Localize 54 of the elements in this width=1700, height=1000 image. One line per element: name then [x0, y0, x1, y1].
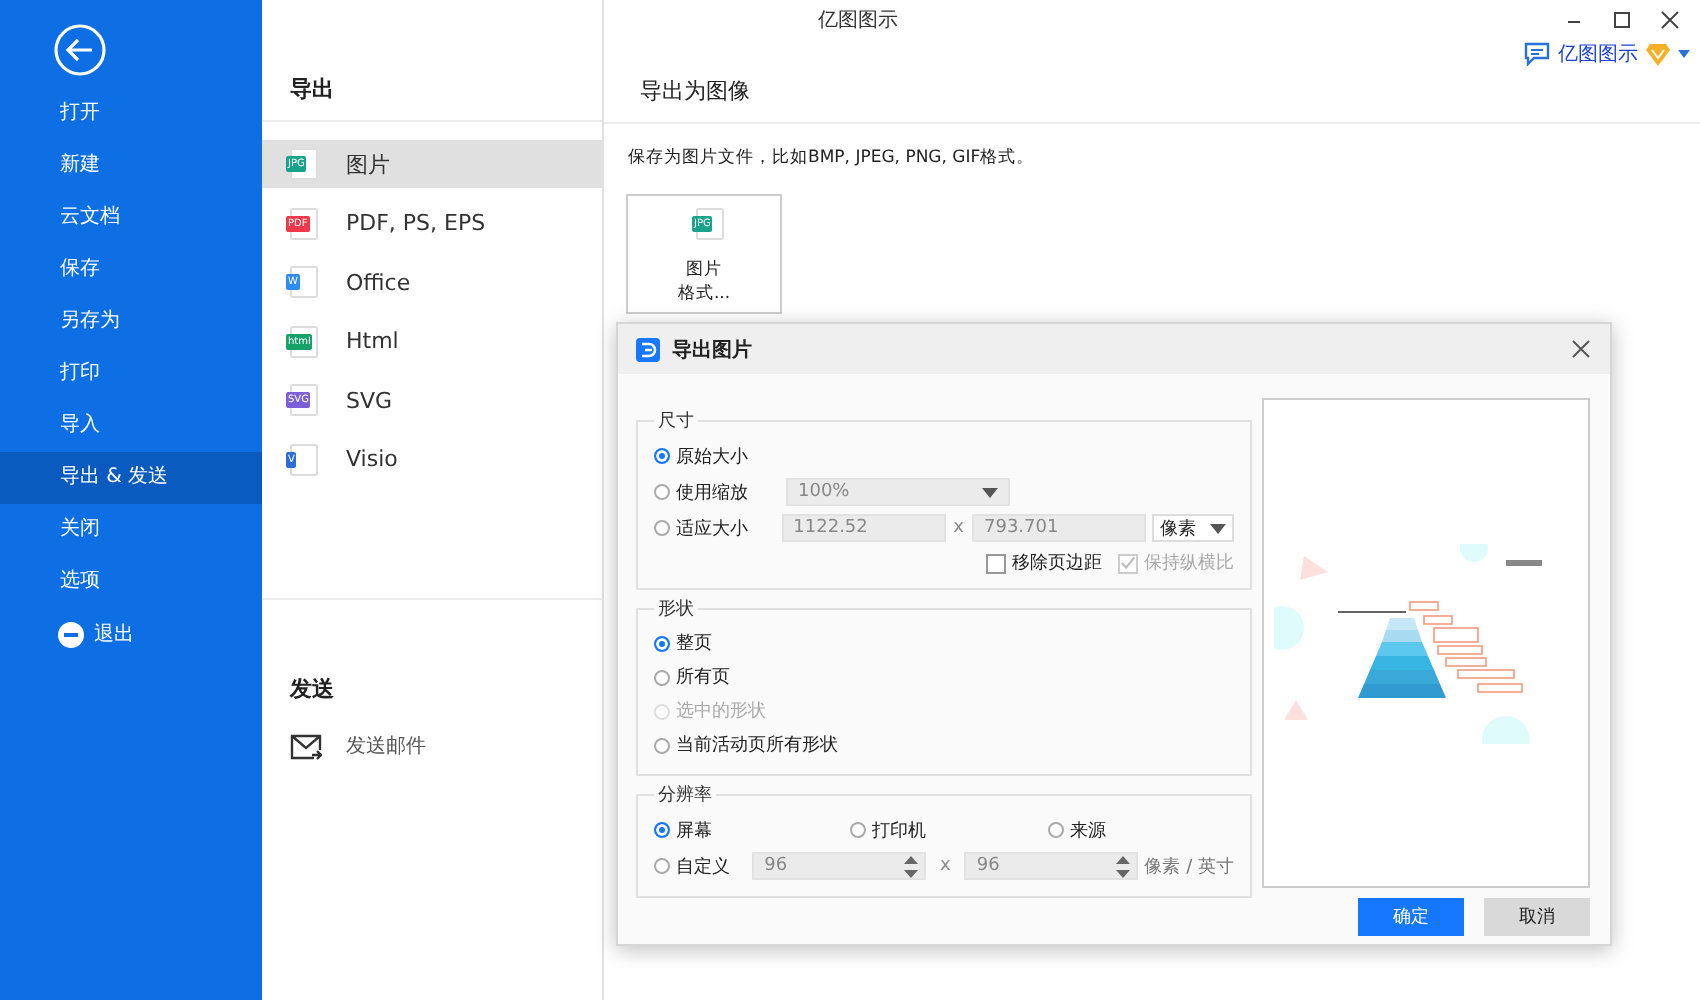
section-heading: 导出 — [288, 74, 334, 106]
app-icon — [636, 337, 660, 361]
radio-option[interactable]: 适应大小 — [654, 515, 782, 541]
sidebar-item[interactable]: 新建 — [0, 140, 262, 192]
times-sign: x — [953, 518, 964, 538]
sidebar-item[interactable]: 导出 & 发送 — [0, 452, 262, 504]
group-legend: 尺寸 — [654, 408, 698, 434]
radio-option[interactable]: 整页 — [654, 626, 712, 660]
window-title: 亿图图示 — [818, 8, 898, 34]
diamond-icon — [1646, 43, 1670, 65]
cancel-button[interactable]: 取消 — [1484, 898, 1590, 936]
chat-icon[interactable] — [1524, 42, 1550, 66]
spinner-icon — [1116, 855, 1131, 877]
mail-icon — [290, 733, 322, 759]
radio-option[interactable]: 使用缩放 — [654, 479, 786, 505]
sidebar-item[interactable]: 打开 — [0, 88, 262, 140]
exit-link[interactable]: 退出 — [94, 620, 134, 648]
times-sign: x — [940, 856, 951, 876]
radio-option[interactable]: 来源 — [1048, 817, 1188, 843]
unit-label: 像素 / 英寸 — [1144, 855, 1234, 879]
ok-button[interactable]: 确定 — [1358, 898, 1464, 936]
spinner-icon — [904, 855, 919, 877]
group-legend: 分辨率 — [654, 782, 716, 808]
sidebar-item[interactable]: 另存为 — [0, 296, 262, 348]
radio-option[interactable]: 屏幕 — [654, 817, 794, 843]
sidebar-item[interactable]: 关闭 — [0, 504, 262, 556]
check-icon — [1120, 554, 1136, 572]
close-icon[interactable] — [1572, 340, 1590, 358]
caret-icon — [982, 487, 998, 497]
minus-circle-icon[interactable] — [58, 621, 84, 647]
group-legend: 形状 — [654, 596, 698, 622]
radio-option[interactable]: 当前活动页所有形状 — [654, 728, 838, 762]
account-name[interactable]: 亿图图示 — [1558, 40, 1638, 68]
section-heading: 发送 — [287, 674, 334, 706]
unit-dropdown[interactable]: 像素 — [1152, 514, 1234, 542]
description-text: 保存为图片文件，比如BMP, JPEG, PNG, GIF格式。 — [626, 146, 1035, 170]
dialog-title: 导出图片 — [672, 337, 752, 363]
sidebar-item[interactable]: 保存 — [0, 244, 262, 296]
radio-option[interactable]: 所有页 — [654, 660, 730, 694]
sidebar-item[interactable]: 云文档 — [0, 192, 262, 244]
sidebar-item[interactable]: 打印 — [0, 348, 262, 400]
caret-icon — [1210, 523, 1226, 533]
radio-option[interactable]: 自定义 — [654, 853, 747, 879]
maximize-icon[interactable] — [1612, 10, 1632, 30]
page-heading: 导出为图像 — [638, 76, 750, 108]
radio-option[interactable]: 原始大小 — [654, 443, 786, 469]
sidebar-item[interactable]: 导入 — [0, 400, 262, 452]
radio-option[interactable]: 打印机 — [850, 817, 990, 843]
close-icon[interactable] — [1660, 10, 1680, 30]
back-icon[interactable] — [54, 24, 106, 76]
checkbox-option[interactable]: 移除页边距 — [986, 550, 1102, 576]
send-mail-item[interactable]: 发送邮件 — [262, 732, 426, 760]
sidebar-item[interactable]: 选项 — [0, 556, 262, 608]
caret-icon[interactable] — [1678, 50, 1690, 58]
